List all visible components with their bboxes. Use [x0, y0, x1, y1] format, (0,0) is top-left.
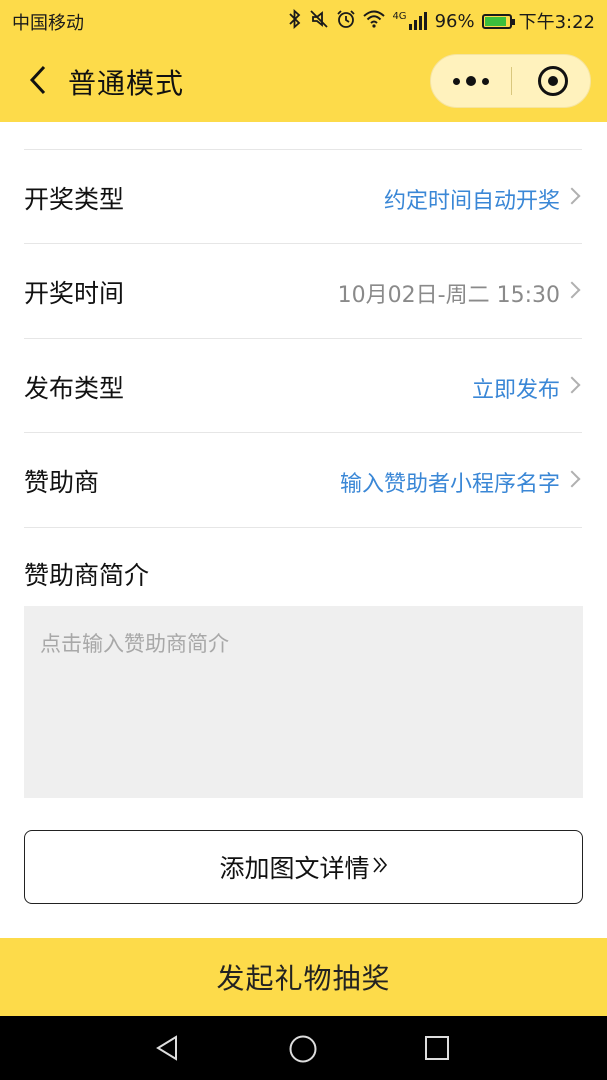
chevron-right-icon: [563, 281, 581, 299]
chevron-left-icon[interactable]: [26, 64, 52, 96]
navigation-bar: 普通模式: [0, 40, 607, 122]
battery-percent: 96%: [434, 10, 475, 32]
carrier-name: 中国移动: [12, 13, 84, 34]
start-lottery-label: 发起礼物抽奖: [216, 962, 391, 995]
sponsor-intro-input[interactable]: 点击输入赞助商简介: [24, 606, 583, 798]
battery-fill: [484, 16, 506, 26]
dot: [466, 76, 476, 86]
sponsor-intro-placeholder: 点击输入赞助商简介: [40, 632, 229, 656]
header: 中国移动 4G 96% 下午3:22 普通模式: [0, 0, 607, 122]
add-detail-label: 添加图文详情: [219, 854, 370, 883]
chevron-right-icon: [563, 376, 581, 394]
double-chevron-right-icon: [372, 853, 388, 882]
row-publish-type[interactable]: 发布类型 立即发布: [24, 339, 582, 433]
row-label: 赞助商: [24, 468, 100, 497]
back-triangle-icon[interactable]: [154, 1034, 182, 1066]
clock: 下午3:22: [518, 12, 595, 33]
wifi-icon: [363, 10, 386, 33]
network-type: 4G: [392, 11, 407, 22]
bluetooth-icon: [288, 8, 302, 34]
dot: [453, 77, 460, 85]
mute-icon: [309, 9, 329, 34]
row-draw-time[interactable]: 开奖时间 10月02日-周二 15:30: [24, 244, 582, 338]
row-draw-type[interactable]: 开奖类型 约定时间自动开奖: [24, 150, 582, 244]
row-label: 发布类型: [24, 374, 125, 403]
row-value: 立即发布: [471, 378, 560, 403]
divider: [24, 527, 582, 528]
capsule-divider: [511, 67, 512, 95]
home-circle-icon[interactable]: [288, 1034, 318, 1068]
target-close-icon[interactable]: [538, 66, 568, 96]
battery-cap: [511, 18, 515, 25]
page-title: 普通模式: [68, 67, 185, 100]
row-label: 开奖类型: [24, 185, 125, 214]
mini-program-capsule: [430, 54, 591, 108]
status-bar: 中国移动 4G 96% 下午3:22: [0, 0, 607, 40]
row-sponsor[interactable]: 赞助商 输入赞助者小程序名字: [24, 433, 582, 527]
alarm-icon: [336, 9, 356, 34]
row-value: 输入赞助者小程序名字: [339, 472, 560, 497]
chevron-right-icon: [563, 470, 581, 488]
add-detail-button[interactable]: 添加图文详情: [24, 830, 583, 904]
more-dots-icon[interactable]: [431, 55, 511, 107]
signal-icon: 4G: [392, 12, 427, 30]
sponsor-intro-label: 赞助商简介: [24, 561, 150, 590]
dot: [482, 77, 489, 85]
battery-icon: [481, 13, 515, 29]
system-navigation-bar: [0, 1016, 607, 1080]
target-center: [548, 76, 558, 86]
recents-square-icon[interactable]: [424, 1035, 450, 1065]
row-value: 约定时间自动开奖: [383, 189, 560, 214]
chevron-right-icon: [563, 187, 581, 205]
status-icons: 4G 96% 下午3:22: [288, 8, 595, 34]
start-lottery-button[interactable]: 发起礼物抽奖: [0, 938, 607, 1016]
row-label: 开奖时间: [24, 279, 125, 308]
row-value: 10月02日-周二 15:30: [337, 283, 560, 308]
